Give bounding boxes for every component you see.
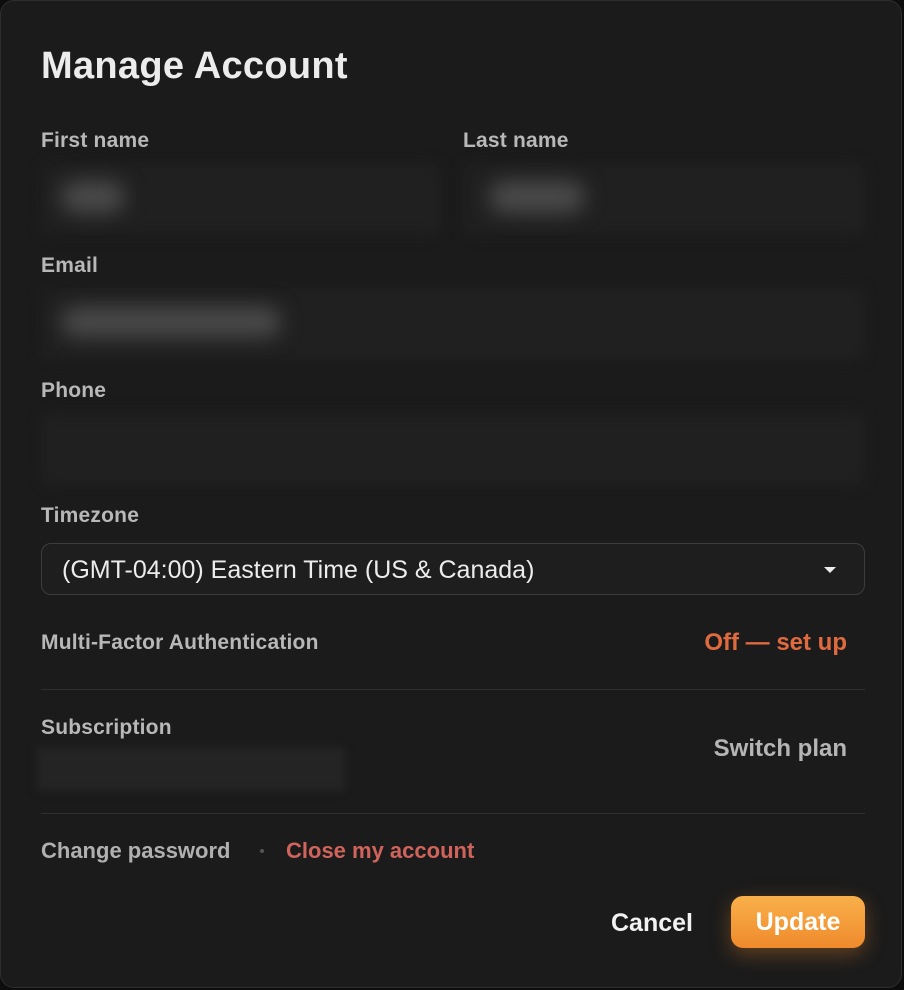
first-name-redacted-value xyxy=(61,181,125,213)
phone-label: Phone xyxy=(41,379,107,402)
change-password-link[interactable]: Change password xyxy=(41,838,230,864)
divider xyxy=(41,689,865,690)
subscription-label: Subscription xyxy=(41,716,172,739)
last-name-redacted-value xyxy=(489,181,585,213)
mfa-setup-link[interactable]: Off — set up xyxy=(704,629,847,657)
dialog-title: Manage Account xyxy=(41,45,348,87)
cancel-button[interactable]: Cancel xyxy=(591,899,713,947)
phone-field[interactable] xyxy=(41,413,865,485)
timezone-selected-value: (GMT-04:00) Eastern Time (US & Canada) xyxy=(62,556,535,584)
divider xyxy=(41,813,865,814)
timezone-select[interactable]: (GMT-04:00) Eastern Time (US & Canada) xyxy=(41,543,865,595)
email-redacted-value xyxy=(61,307,281,337)
email-label: Email xyxy=(41,254,99,277)
update-button[interactable]: Update xyxy=(731,896,865,948)
last-name-label: Last name xyxy=(463,129,569,152)
switch-plan-link[interactable]: Switch plan xyxy=(714,735,847,763)
separator-dot xyxy=(260,849,264,853)
close-account-link[interactable]: Close my account xyxy=(286,838,474,864)
subscription-redacted-value xyxy=(37,747,345,791)
mfa-label: Multi-Factor Authentication xyxy=(41,631,319,654)
manage-account-dialog: Manage Account First name Last name Emai… xyxy=(0,0,902,988)
timezone-label: Timezone xyxy=(41,504,140,527)
first-name-label: First name xyxy=(41,129,150,152)
chevron-down-icon xyxy=(824,567,836,573)
